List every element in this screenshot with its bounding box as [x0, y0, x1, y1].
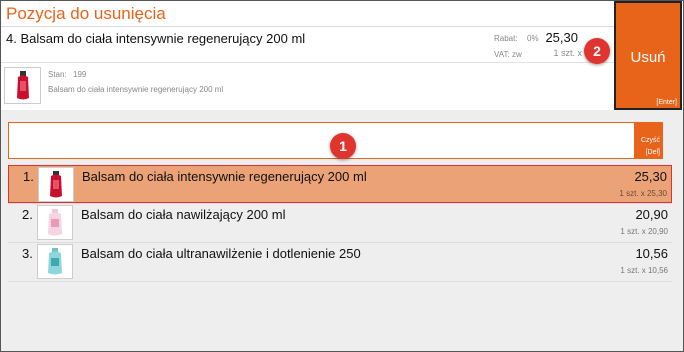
item-price: 10,56	[635, 246, 668, 261]
lotion-bottle-teal-icon	[48, 247, 62, 274]
lotion-bottle-red-icon	[50, 170, 62, 197]
list-item[interactable]: 1. Balsam do ciała intensywnie regeneruj…	[8, 165, 672, 203]
product-thumbnail	[4, 67, 41, 104]
selected-item-name: 4. Balsam do ciała intensywnie regeneruj…	[6, 31, 306, 46]
item-thumbnail	[37, 205, 73, 240]
annotation-badge-2: 2	[584, 38, 610, 64]
clear-button-shortcut: [Del]	[645, 149, 660, 156]
selected-item-quantity: 1 szt. x	[553, 48, 582, 58]
item-quantity: 1 szt. x 10,56	[620, 266, 668, 275]
vat-value: zw	[512, 50, 522, 59]
vat-label: VAT:	[494, 50, 510, 59]
item-quantity: 1 szt. x 25,30	[619, 189, 667, 198]
list-item[interactable]: 3. Balsam do ciała ultranawilżenie i dot…	[8, 243, 672, 281]
lotion-bottle-red-icon	[16, 70, 29, 99]
stock-label: Stan:	[48, 70, 67, 79]
item-name: Balsam do ciała intensywnie regenerujący…	[82, 169, 367, 184]
item-name: Balsam do ciała ultranawilżenie i dotlen…	[81, 246, 361, 261]
item-price: 20,90	[635, 207, 668, 222]
item-number: 3.	[22, 246, 33, 261]
stock-value: 199	[73, 70, 87, 79]
clear-button-label: Czyść	[640, 137, 660, 144]
clear-button[interactable]: Czyść [Del]	[634, 123, 663, 158]
discount-label: Rabat:	[494, 34, 518, 43]
item-thumbnail	[38, 167, 74, 202]
item-thumbnail	[37, 244, 73, 279]
page-title: Pozycja do usunięcia	[6, 4, 166, 23]
remove-button-shortcut: [Enter]	[656, 99, 677, 106]
list-item[interactable]: 2. Balsam do ciała nawilżający 200 ml 20…	[8, 204, 672, 242]
discount-value: 0%	[527, 34, 539, 43]
item-quantity: 1 szt. x 20,90	[620, 227, 668, 236]
item-number: 2.	[22, 207, 33, 222]
item-price: 25,30	[634, 169, 667, 184]
selected-item-price: 25,30	[545, 30, 578, 45]
product-description: Balsam do ciała intensywnie regenerujący…	[48, 85, 224, 94]
item-name: Balsam do ciała nawilżający 200 ml	[81, 207, 286, 222]
remove-button[interactable]: Usuń [Enter]	[614, 1, 682, 110]
search-input[interactable]	[9, 123, 634, 158]
remove-button-label: Usuń	[630, 49, 666, 66]
divider	[1, 62, 614, 63]
item-number: 1.	[23, 169, 34, 184]
divider	[1, 26, 614, 27]
annotation-badge-1: 1	[330, 133, 356, 159]
divider	[8, 281, 672, 282]
lotion-bottle-pink-icon	[48, 208, 62, 235]
